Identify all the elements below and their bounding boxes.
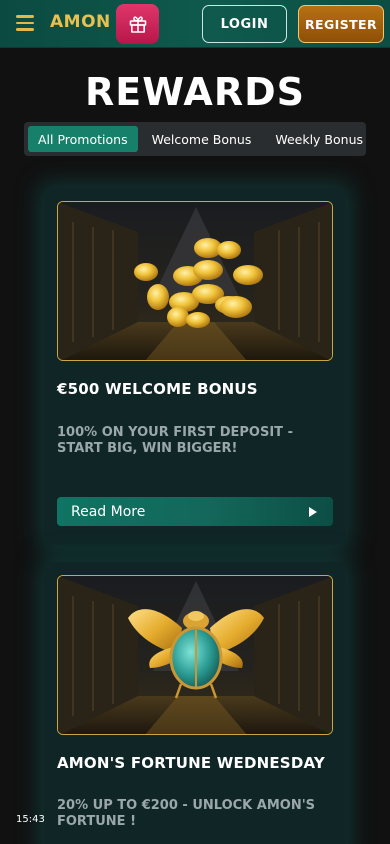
gift-button[interactable] (116, 4, 159, 44)
gift-icon (129, 16, 146, 33)
status-time: 15:43 (16, 814, 45, 825)
golden-scarab-temple-image[interactable] (57, 575, 333, 735)
login-button[interactable]: LOGIN (202, 5, 287, 43)
promotion-card-wednesday: AMON'S FORTUNE WEDNESDAY 20% UP TO €200 … (44, 562, 346, 844)
tab-welcome-bonus[interactable]: Welcome Bonus (142, 126, 262, 152)
gold-coins-temple-image[interactable] (57, 201, 333, 361)
play-arrow-icon (309, 506, 317, 517)
hamburger-menu-icon[interactable] (16, 15, 34, 31)
tab-all-promotions[interactable]: All Promotions (28, 126, 138, 152)
register-button[interactable]: REGISTER (298, 5, 384, 43)
brand-logo[interactable]: AMON (50, 12, 111, 32)
read-more-button[interactable]: Read More (57, 497, 333, 526)
promotion-description: 100% ON YOUR FIRST DEPOSIT - START BIG, … (57, 425, 293, 456)
read-more-label: Read More (71, 503, 146, 520)
tab-weekly-bonus[interactable]: Weekly Bonus (265, 126, 373, 152)
top-bar: AMON LOGIN REGISTER (0, 0, 390, 48)
promotion-title: €500 WELCOME BONUS (57, 380, 258, 398)
promotion-card-welcome: €500 WELCOME BONUS 100% ON YOUR FIRST DE… (44, 188, 346, 546)
promotion-title: AMON'S FORTUNE WEDNESDAY (57, 754, 325, 772)
promotion-description: 20% UP TO €200 - UNLOCK AMON'S FORTUNE ! (57, 798, 316, 829)
promotion-tabs: All Promotions Welcome Bonus Weekly Bonu… (24, 122, 366, 156)
page-title: REWARDS (84, 70, 305, 114)
